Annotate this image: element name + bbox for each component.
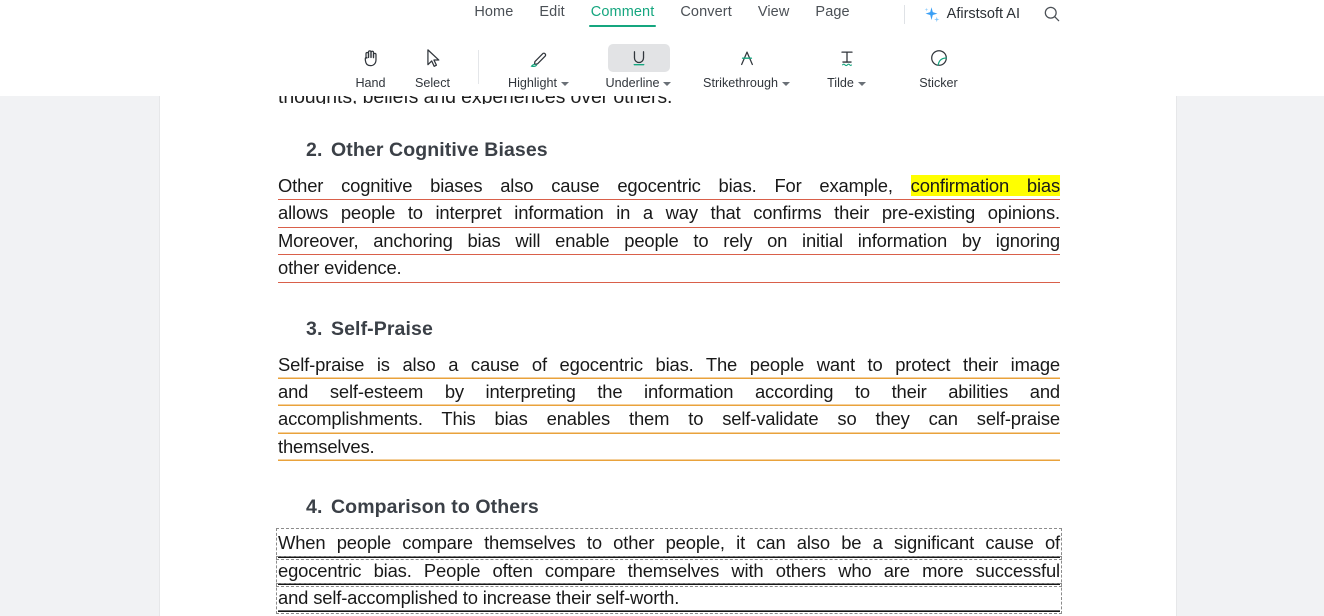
pdf-page-content: thoughts, beliefs and experiences over o… [276,96,1062,615]
tilde-t-icon [816,44,878,72]
cursor-arrow-icon [402,44,464,72]
afirstsoft-ai-button[interactable]: Afirstsoft AI [923,6,1020,23]
menu-tab-home[interactable]: Home [461,0,526,29]
annotation-line[interactable]: Self-praise is also a cause of egocentri… [278,352,1060,379]
annotated-paragraph-2[interactable]: Other cognitive biases also cause egocen… [278,173,1060,283]
annotation-line[interactable]: Other cognitive biases also cause egocen… [278,173,1060,200]
section-title-2: Other Cognitive Biases [331,139,548,161]
section-title-3: Self-Praise [331,317,433,340]
highlighter-pen-icon [508,44,570,72]
tool-select-label: Select [414,76,450,90]
section-title-4: Comparison to Others [331,496,539,519]
section-number-2: 2. [306,139,323,161]
tool-hand[interactable]: Hand [340,40,402,94]
chevron-down-icon[interactable] [857,82,866,86]
menu-tab-list: Home Edit Comment Convert View Page [461,0,862,29]
section-heading-2: 2. Other Cognitive Biases [306,139,1060,162]
tool-hand-label: Hand [355,76,386,90]
menu-tab-page[interactable]: Page [802,0,862,29]
afirstsoft-ai-label: Afirstsoft AI [946,6,1020,22]
underline-u-icon [607,44,670,72]
section-heading-4: 4. Comparison to Others [306,496,1060,519]
annotation-line[interactable]: themselves. [278,434,1060,461]
toolbar-divider [477,50,479,84]
tool-highlight-label: Highlight [508,76,569,90]
annotation-line[interactable]: accomplishments. This bias enables them … [278,406,1060,433]
menu-tab-comment[interactable]: Comment [578,0,668,29]
tool-sticker-label: Sticker [919,76,958,90]
clipped-text-line: thoughts, beliefs and experiences over o… [278,96,1060,104]
sparkle-icon [923,6,940,23]
annotated-paragraph-3[interactable]: Self-praise is also a cause of egocentri… [278,352,1060,462]
pdf-page[interactable]: thoughts, beliefs and experiences over o… [160,96,1176,616]
annotation-line[interactable]: Moreover, anchoring bias will enable peo… [278,228,1060,255]
search-icon[interactable] [1042,4,1062,24]
tool-strikethrough[interactable]: Strikethrough [693,40,801,94]
strikethrough-a-icon [716,44,778,72]
menu-divider [903,4,905,24]
comment-toolbar: Hand Select Highlight Underline Striketh… [0,38,1324,96]
menu-bar-right-group: Afirstsoft AI [892,4,1062,24]
highlight-annotation[interactable]: confirmation bias [910,175,1060,196]
annotation-line-selected[interactable]: and self-accomplished to increase their … [276,583,1062,615]
tool-underline-label: Underline [606,76,672,90]
paragraph-text: Other cognitive biases also cause egocen… [278,175,911,196]
menu-tab-convert[interactable]: Convert [667,0,744,29]
sticker-icon [908,44,970,72]
menu-bar: Home Edit Comment Convert View Page Afir… [0,0,1324,38]
menu-tab-view[interactable]: View [745,0,803,29]
section-number-4: 4. [306,496,323,519]
comment-toolbar-inner: Hand Select Highlight Underline Striketh… [340,40,985,94]
tool-highlight[interactable]: Highlight [493,40,585,94]
tool-sticker[interactable]: Sticker [893,40,985,94]
annotation-line[interactable]: other evidence. [278,255,1060,282]
tool-strikethrough-label: Strikethrough [703,76,790,90]
section-heading-3: 3. Self-Praise [306,318,1060,341]
tool-tilde-label: Tilde [827,76,866,90]
chevron-down-icon[interactable] [561,82,569,86]
annotation-line-selected[interactable]: egocentric bias. People often compare th… [276,555,1062,588]
section-number-3: 3. [306,317,323,340]
app-window: Home Edit Comment Convert View Page Afir… [0,0,1324,616]
chevron-down-icon[interactable] [781,82,790,86]
tool-select[interactable]: Select [402,40,464,94]
annotation-line[interactable]: allows people to interpret information i… [278,200,1060,227]
document-workspace[interactable]: thoughts, beliefs and experiences over o… [0,96,1324,616]
tool-underline[interactable]: Underline [585,40,693,94]
chevron-down-icon[interactable] [663,82,672,86]
hand-icon [340,44,402,72]
tool-tilde[interactable]: Tilde [801,40,893,94]
menu-tab-edit[interactable]: Edit [526,0,577,29]
annotation-line-selected[interactable]: When people compare themselves to other … [276,528,1062,560]
annotation-line[interactable]: and self-esteem by interpreting the info… [278,379,1060,406]
annotated-paragraph-4[interactable]: When people compare themselves to other … [276,528,1062,615]
